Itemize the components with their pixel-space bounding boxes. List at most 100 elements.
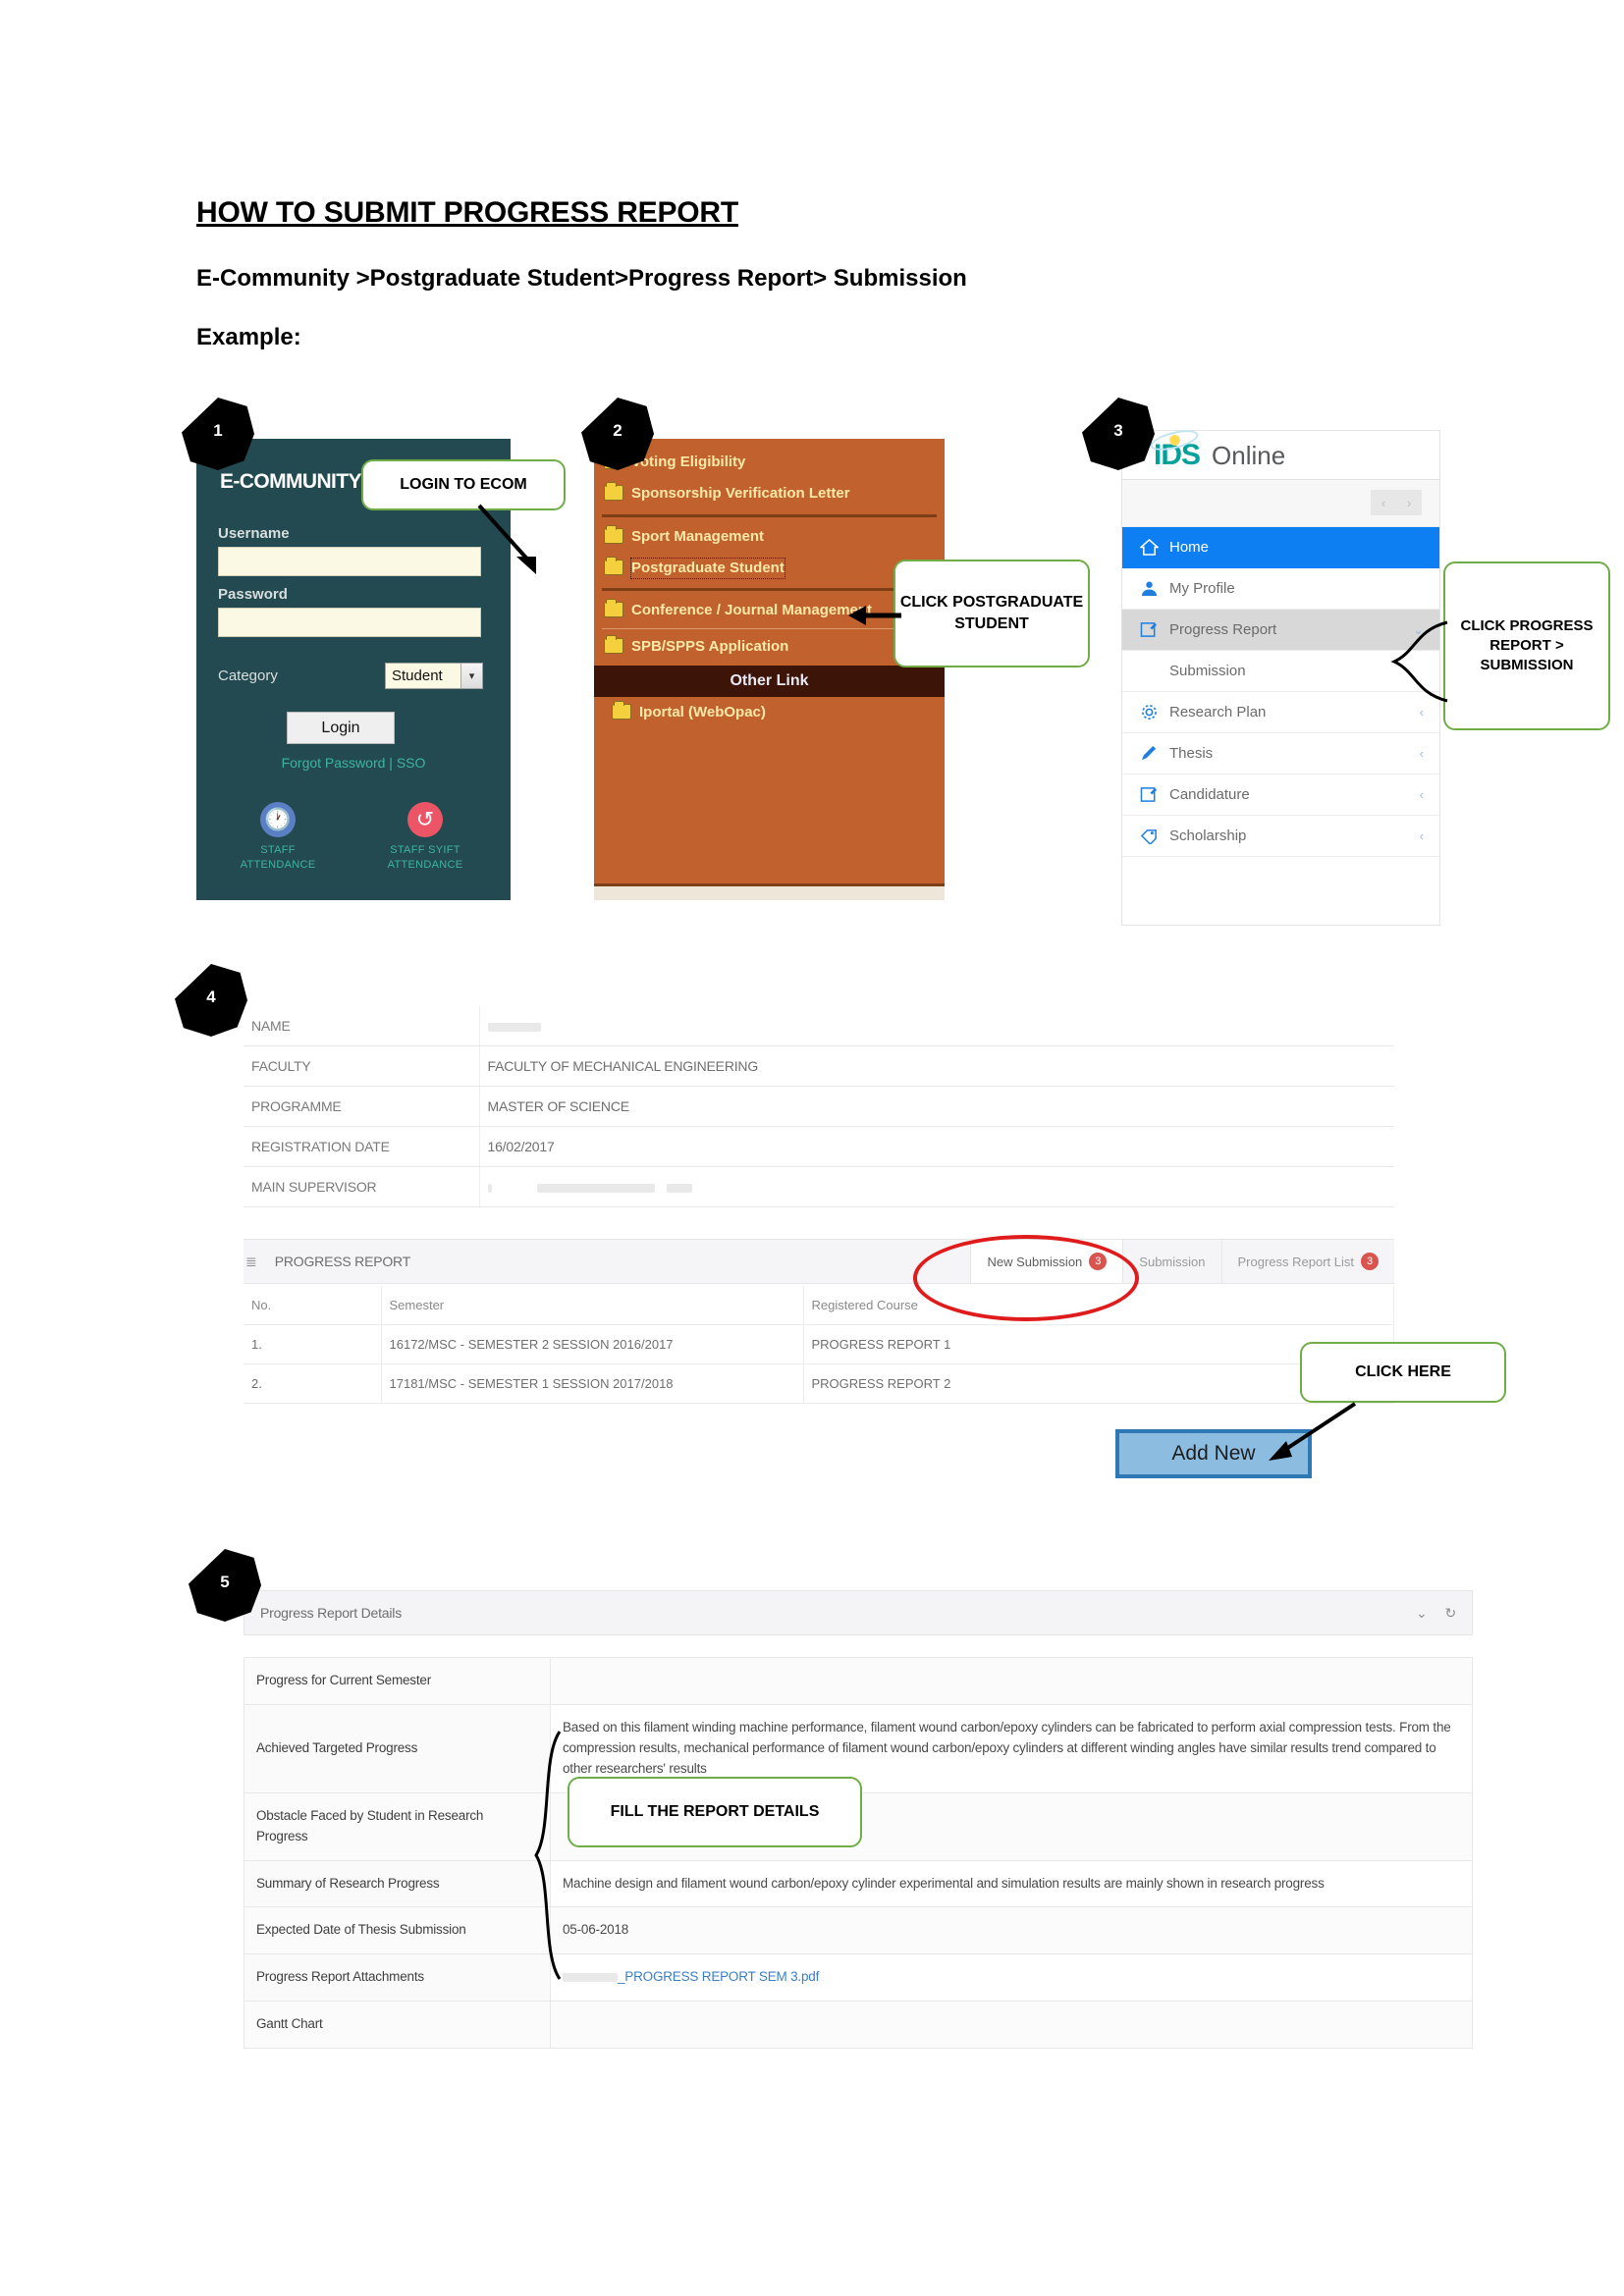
table-row: MAIN SUPERVISOR: [244, 1166, 1394, 1207]
staff-syift-attendance-label: STAFF SYIFT ATTENDANCE: [387, 844, 463, 871]
sidebar-item-my-profile[interactable]: My Profile: [1122, 568, 1439, 610]
menu-item-label: Conference / Journal Management: [631, 602, 873, 618]
detail-value[interactable]: [550, 2001, 1473, 2050]
sso-link[interactable]: SSO: [397, 755, 426, 771]
arrow-login-to-ecom: [477, 504, 536, 574]
cell-semester: 16172/MSC - SEMESTER 2 SESSION 2016/2017: [381, 1324, 804, 1364]
column-header-no: No.: [244, 1286, 382, 1325]
sidebar-item-label: Candidature: [1169, 786, 1250, 803]
tab-progress-report-list[interactable]: Progress Report List 3: [1220, 1240, 1395, 1283]
cell-no: 1.: [244, 1324, 382, 1364]
step-badge-4: 4: [175, 964, 247, 1037]
folder-icon: [604, 524, 623, 544]
password-label: Password: [218, 586, 288, 603]
progress-report-table: No. Semester Registered Course 1. 16172/…: [244, 1286, 1394, 1404]
forgot-password-link[interactable]: Forgot Password: [282, 755, 386, 771]
sidebar-item-thesis[interactable]: Thesis ‹: [1122, 733, 1439, 774]
pager-controls[interactable]: ‹ ›: [1371, 490, 1422, 515]
report-details-title: Progress Report Details: [260, 1605, 403, 1621]
ids-brand-name: Online: [1212, 440, 1286, 470]
password-input[interactable]: [218, 608, 481, 637]
chevron-left-icon: ‹: [1419, 828, 1424, 843]
tab-label: Progress Report List: [1237, 1254, 1355, 1269]
menu-item-postgraduate-student[interactable]: Postgraduate Student: [594, 553, 945, 584]
sidebar-item-label: Scholarship: [1169, 828, 1247, 844]
detail-key: Expected Date of Thesis Submission: [244, 1906, 551, 1955]
chevron-left-icon: ‹: [1419, 746, 1424, 761]
table-row: Gantt Chart: [244, 2001, 1473, 2050]
folder-icon: [604, 635, 623, 655]
sidebar-item-home[interactable]: Home: [1122, 527, 1439, 568]
folder-icon: [604, 599, 623, 617]
detail-value[interactable]: _PROGRESS REPORT SEM 3.pdf: [550, 1953, 1473, 2002]
cell-semester: 17181/MSC - SEMESTER 1 SESSION 2017/2018: [381, 1363, 804, 1404]
table-row: REGISTRATION DATE 16/02/2017: [244, 1126, 1394, 1167]
sidebar-item-label: Thesis: [1169, 745, 1214, 762]
progress-report-title: PROGRESS REPORT: [274, 1254, 411, 1269]
tab-new-submission[interactable]: New Submission 3: [970, 1240, 1123, 1283]
example-label: Example:: [196, 324, 301, 350]
category-select[interactable]: Student ▾: [385, 663, 483, 689]
arrow-click-here: [1269, 1402, 1357, 1461]
username-input[interactable]: [218, 547, 481, 576]
step-badge-3: 3: [1082, 398, 1155, 470]
chevron-left-icon: ‹: [1419, 787, 1424, 802]
link-separator: |: [389, 755, 393, 771]
sidebar-item-candidature[interactable]: Candidature ‹: [1122, 774, 1439, 816]
edit-square-icon: [1140, 621, 1169, 638]
edit-square-icon: [1140, 786, 1169, 803]
detail-key: Obstacle Faced by Student in Research Pr…: [244, 1791, 551, 1861]
sidebar-toolbar: ‹ ›: [1122, 480, 1439, 527]
menu-item-sponsorship-verification-letter[interactable]: Sponsorship Verification Letter: [594, 478, 945, 509]
menu-item-spb-spps-application[interactable]: SPB/SPPS Application: [594, 631, 945, 663]
chevron-left-icon[interactable]: ‹: [1381, 496, 1385, 510]
status-badge: 3: [1361, 1253, 1379, 1270]
attachment-link[interactable]: _PROGRESS REPORT SEM 3.pdf: [618, 1969, 819, 1984]
home-icon: [1140, 539, 1169, 556]
callout-click-progress-report-submission: CLICK PROGRESS REPORT > SUBMISSION: [1443, 561, 1610, 730]
user-icon: [1140, 580, 1169, 597]
detail-key: Summary of Research Progress: [244, 1859, 551, 1908]
detail-value[interactable]: Machine design and filament wound carbon…: [550, 1859, 1473, 1908]
table-row[interactable]: 1. 16172/MSC - SEMESTER 2 SESSION 2016/2…: [244, 1324, 1394, 1364]
detail-value[interactable]: 05-06-2018: [550, 1906, 1473, 1955]
table-row[interactable]: 2. 17181/MSC - SEMESTER 1 SESSION 2017/2…: [244, 1363, 1394, 1404]
clock-icon: 🕐: [260, 802, 296, 837]
staff-syift-attendance-button[interactable]: ↺ STAFF SYIFT ATTENDANCE: [371, 802, 479, 873]
folder-icon: [604, 556, 623, 575]
menu-item-iportal-webopac[interactable]: Iportal (WebOpac): [594, 697, 945, 728]
info-key: FACULTY: [244, 1045, 480, 1087]
detail-key: Achieved Targeted Progress: [244, 1703, 551, 1793]
page-title: HOW TO SUBMIT PROGRESS REPORT: [196, 196, 739, 229]
sidebar-subitem-label: Submission: [1169, 663, 1246, 679]
menu-burger-icon[interactable]: ≣: [244, 1240, 263, 1283]
chevron-right-icon[interactable]: ›: [1407, 496, 1411, 510]
column-header-semester: Semester: [381, 1286, 804, 1325]
progress-report-toolbar: ≣ PROGRESS REPORT New Submission 3 Submi…: [244, 1239, 1394, 1284]
pencil-icon: [1140, 745, 1169, 762]
staff-attendance-button[interactable]: 🕐 STAFF ATTENDANCE: [224, 802, 332, 873]
sidebar-item-scholarship[interactable]: Scholarship ‹: [1122, 816, 1439, 857]
sidebar-item-label: Home: [1169, 539, 1210, 556]
info-key: NAME: [244, 1006, 480, 1046]
chevron-down-icon[interactable]: ⌄: [1416, 1605, 1428, 1622]
login-button[interactable]: Login: [287, 712, 395, 744]
menu-item-sport-management[interactable]: Sport Management: [594, 521, 945, 553]
detail-value[interactable]: [550, 1657, 1473, 1705]
info-value: FACULTY OF MECHANICAL ENGINEERING: [479, 1045, 1394, 1087]
menu-item-label: Postgraduate Student: [630, 557, 785, 580]
report-details-actions: ⌄ ↻: [1416, 1605, 1456, 1622]
brace-report-fields: [534, 1731, 562, 1980]
orange-menu-panel: Voting Eligibility Sponsorship Verificat…: [594, 439, 945, 900]
sidebar-item-label: My Profile: [1169, 580, 1235, 597]
ids-header: IDS Online: [1122, 425, 1439, 480]
detail-key: Progress Report Attachments: [244, 1953, 551, 2002]
category-row: Category Student ▾: [218, 663, 483, 692]
arrow-postgraduate-student: [848, 606, 901, 625]
table-row: Progress for Current Semester: [244, 1657, 1473, 1705]
ids-brand-mark: IDS: [1148, 425, 1201, 472]
ids-logo: IDS Online: [1148, 425, 1286, 472]
info-value: [479, 1006, 1394, 1046]
tab-submission[interactable]: Submission: [1122, 1240, 1220, 1283]
refresh-icon[interactable]: ↻: [1444, 1605, 1456, 1622]
